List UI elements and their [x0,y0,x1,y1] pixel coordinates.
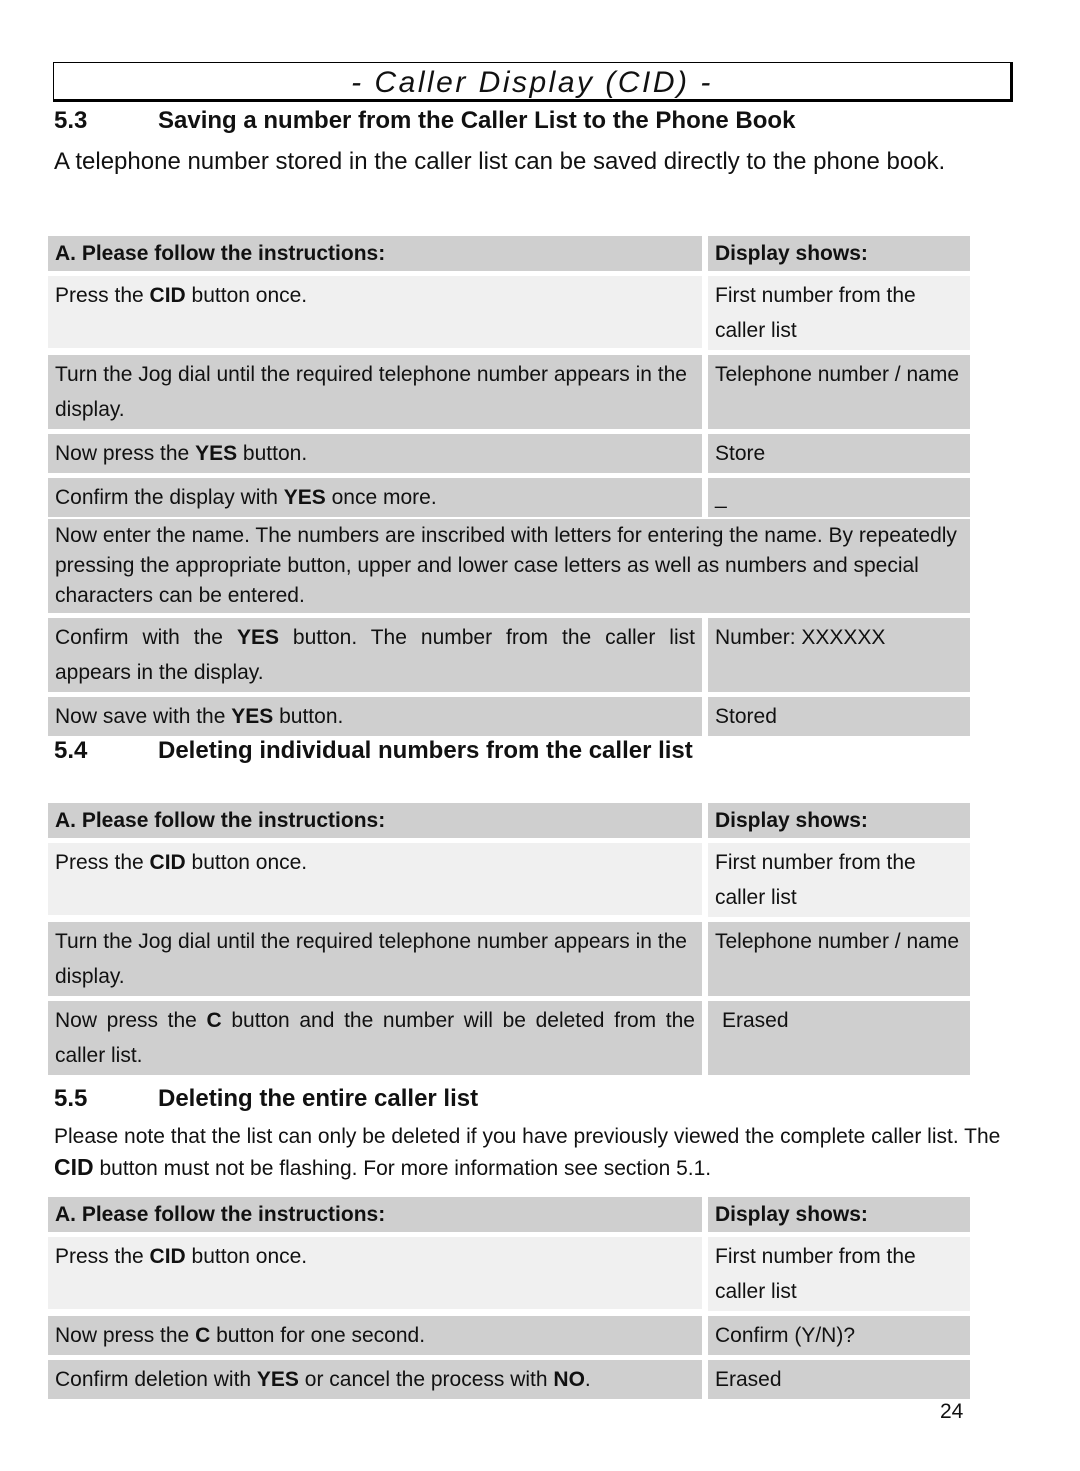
display-cell: First number from the caller list [708,843,970,917]
display-cell: First number from the caller list [708,1237,970,1311]
page-number: 24 [940,1400,964,1423]
display-cell: Store [708,434,970,473]
instruction-cell: Now press the C button and the number wi… [48,1001,702,1075]
table-row: Now press the C button and the number wi… [48,1001,970,1075]
table-header: A. Please follow the instructions: Displ… [48,1197,970,1232]
display-cell: Erased [708,1360,970,1399]
table-row: Now save with the YES button. Stored [48,697,970,736]
instruction-cell: Confirm with the YES button. The number … [48,618,702,692]
display-cell: Number: XXXXXX [708,618,970,692]
section-intro-5-5: Please note that the list can only be de… [54,1125,1001,1180]
display-cell: Telephone number / name [708,355,970,429]
instruction-cell: Now press the C button for one second. [48,1316,702,1355]
page-title: - Caller Display (CID) - [351,66,713,99]
section-number: 5.5 [54,1085,88,1112]
header-display: Display shows: [708,803,970,838]
table-row: Confirm with the YES button. The number … [48,618,970,692]
section-heading-5-4: 5.4 Deleting individual numbers from the … [54,737,693,765]
instruction-cell: Confirm the display with YES once more. [48,478,702,517]
instruction-cell: Now press the YES button. [48,434,702,473]
instruction-cell: Press the CID button once. [48,276,702,348]
table-row: Turn the Jog dial until the required tel… [48,355,970,429]
header-display: Display shows: [708,236,970,271]
table-row: Now press the YES button. Store [48,434,970,473]
instructions-table-5-3: A. Please follow the instructions: Displ… [48,236,970,741]
section-heading-5-5: 5.5 Deleting the entire caller list [54,1085,478,1113]
section-number: 5.4 [54,737,88,764]
section-heading-5-3: 5.3 Saving a number from the Caller List … [54,107,795,135]
instructions-table-5-5: A. Please follow the instructions: Displ… [48,1197,970,1404]
instruction-cell-full: Now enter the name. The numbers are insc… [48,519,970,613]
display-cell: _ [708,478,970,517]
table-row: Press the CID button once. First number … [48,276,970,350]
header-display: Display shows: [708,1197,970,1232]
instruction-cell: Press the CID button once. [48,843,702,915]
display-cell: Erased [708,1001,970,1075]
table-header: A. Please follow the instructions: Displ… [48,803,970,838]
table-row: Confirm the display with YES once more. … [48,478,970,517]
table-row: Confirm deletion with YES or cancel the … [48,1360,970,1399]
header-instructions: A. Please follow the instructions: [48,803,702,838]
section-title: Deleting the entire caller list [158,1085,479,1112]
section-intro-5-3: A telephone number stored in the caller … [54,148,946,175]
section-title: Saving a number from the Caller List to … [158,107,796,134]
display-cell: Confirm (Y/N)? [708,1316,970,1355]
instruction-cell: Now save with the YES button. [48,697,702,736]
table-row: Press the CID button once. First number … [48,843,970,917]
section-title: Deleting individual numbers from the cal… [158,737,693,764]
display-cell: First number from the caller list [708,276,970,350]
header-instructions: A. Please follow the instructions: [48,236,702,271]
page-title-box: - Caller Display (CID) - [53,62,1013,102]
header-instructions: A. Please follow the instructions: [48,1197,702,1232]
instructions-table-5-4: A. Please follow the instructions: Displ… [48,803,970,1080]
instruction-cell: Turn the Jog dial until the required tel… [48,355,702,429]
table-row: Now enter the name. The numbers are insc… [48,519,970,613]
display-cell: Telephone number / name [708,922,970,996]
display-cell: Stored [708,697,970,736]
table-header: A. Please follow the instructions: Displ… [48,236,970,271]
table-row: Turn the Jog dial until the required tel… [48,922,970,996]
section-number: 5.3 [54,107,88,134]
instruction-cell: Press the CID button once. [48,1237,702,1309]
table-row: Now press the C button for one second. C… [48,1316,970,1355]
table-row: Press the CID button once. First number … [48,1237,970,1311]
instruction-cell: Confirm deletion with YES or cancel the … [48,1360,702,1399]
instruction-cell: Turn the Jog dial until the required tel… [48,922,702,996]
